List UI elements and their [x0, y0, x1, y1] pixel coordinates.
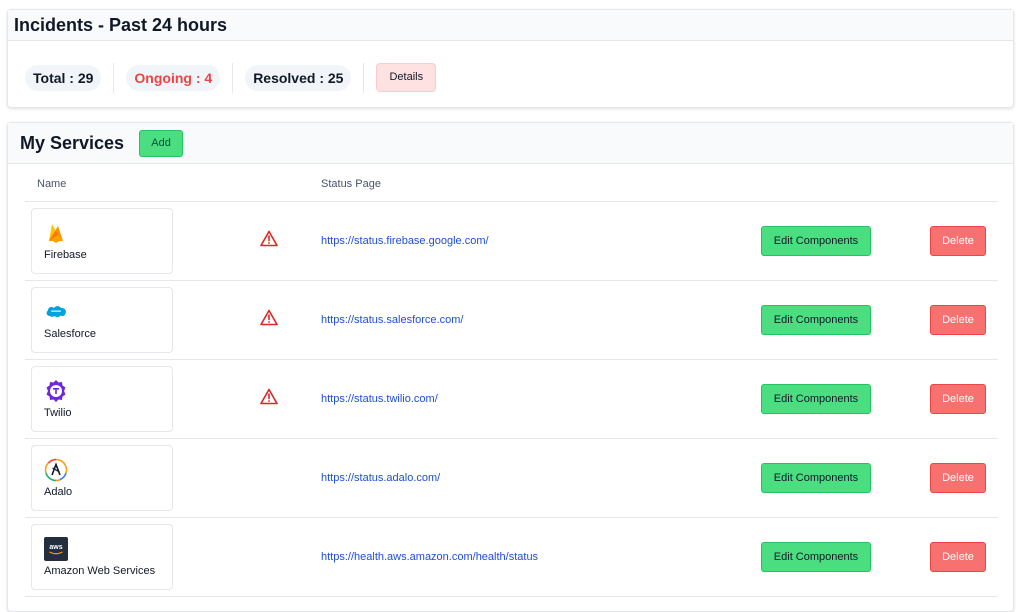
status-page-link[interactable]: https://status.adalo.com/ — [321, 472, 440, 484]
adalo-icon — [44, 458, 68, 482]
status-page-link[interactable]: https://status.firebase.google.com/ — [321, 235, 489, 247]
service-name: Amazon Web Services — [44, 565, 156, 577]
edit-components-button[interactable]: Edit Components — [761, 384, 871, 414]
service-card[interactable]: Firebase — [31, 208, 173, 274]
status-page-link[interactable]: https://health.aws.amazon.com/health/sta… — [321, 551, 538, 563]
services-title: My Services — [20, 132, 125, 153]
service-name: Firebase — [44, 249, 87, 261]
service-name: Adalo — [44, 486, 73, 498]
service-row-adalo: Adalo https://status.adalo.com/ Edit Com… — [25, 439, 998, 518]
delete-button[interactable]: Delete — [930, 305, 986, 335]
delete-button[interactable]: Delete — [930, 226, 986, 256]
firebase-icon — [49, 224, 63, 243]
service-name: Salesforce — [44, 328, 96, 340]
divider — [232, 62, 234, 93]
delete-button[interactable]: Delete — [930, 463, 986, 493]
services-table: Name Status Page Firebase https://status… — [25, 165, 998, 597]
incident-stats: Total : 29 Ongoing : 4 Resolved : 25 Det… — [25, 62, 1013, 93]
column-header-name: Name — [37, 178, 67, 190]
incidents-title: Incidents - Past 24 hours — [14, 15, 228, 35]
table-header: Name Status Page — [25, 165, 998, 202]
service-row-aws: aws Amazon Web Services https://health.a… — [25, 518, 998, 597]
service-row-twilio: Twilio https://status.twilio.com/ Edit C… — [25, 360, 998, 439]
salesforce-icon — [46, 306, 66, 318]
service-row-firebase: Firebase https://status.firebase.google.… — [25, 202, 998, 281]
delete-button[interactable]: Delete — [930, 542, 986, 572]
ongoing-count: Ongoing : 4 — [126, 64, 221, 91]
details-button[interactable]: Details — [376, 63, 437, 92]
edit-components-button[interactable]: Edit Components — [761, 463, 871, 493]
incidents-card: Incidents - Past 24 hours Total : 29 Ong… — [7, 9, 1014, 108]
resolved-count: Resolved : 25 — [245, 64, 352, 91]
status-page-link[interactable]: https://status.twilio.com/ — [321, 393, 438, 405]
svg-text:aws: aws — [49, 544, 62, 551]
edit-components-button[interactable]: Edit Components — [761, 226, 871, 256]
warning-icon — [260, 388, 278, 405]
service-row-salesforce: Salesforce https://status.salesforce.com… — [25, 281, 998, 360]
total-count: Total : 29 — [25, 64, 102, 91]
edit-components-button[interactable]: Edit Components — [761, 305, 871, 335]
service-card[interactable]: Twilio — [31, 366, 173, 432]
status-page-link[interactable]: https://status.salesforce.com/ — [321, 314, 463, 326]
incidents-header: Incidents - Past 24 hours — [8, 10, 1013, 41]
twilio-icon — [46, 380, 66, 402]
aws-icon: aws — [44, 537, 68, 561]
edit-components-button[interactable]: Edit Components — [761, 542, 871, 572]
add-service-button[interactable]: Add — [139, 129, 184, 157]
divider — [113, 62, 115, 93]
service-card[interactable]: aws Amazon Web Services — [31, 524, 173, 590]
delete-button[interactable]: Delete — [930, 384, 986, 414]
warning-icon — [260, 309, 278, 326]
warning-icon — [260, 230, 278, 247]
service-card[interactable]: Salesforce — [31, 287, 173, 353]
services-header: My Services Add — [8, 123, 1013, 164]
divider — [363, 62, 365, 93]
service-card[interactable]: Adalo — [31, 445, 173, 511]
service-name: Twilio — [44, 407, 72, 419]
services-card: My Services Add Name Status Page Firebas… — [7, 122, 1014, 612]
column-header-status-page: Status Page — [321, 178, 381, 190]
